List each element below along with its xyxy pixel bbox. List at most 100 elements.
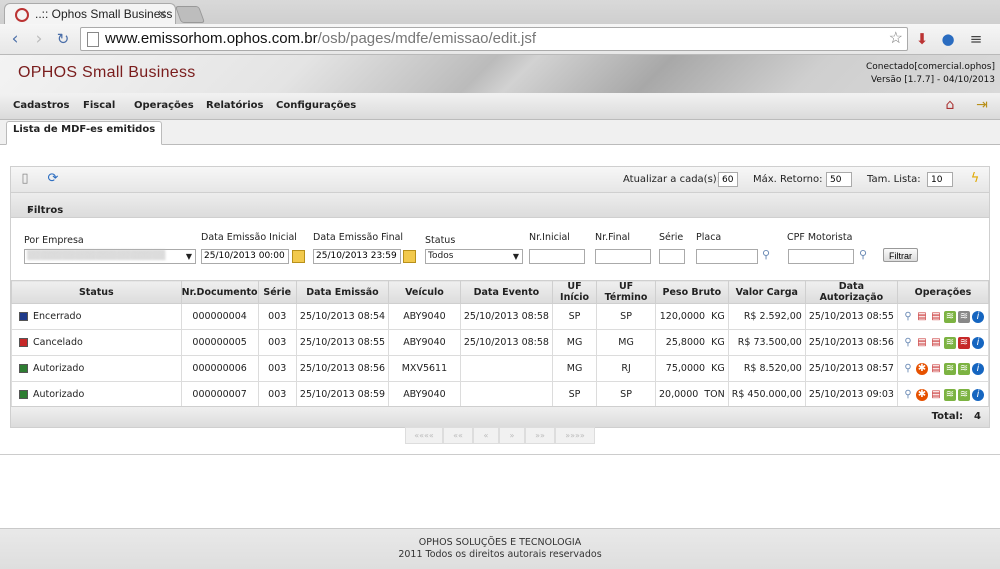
address-bar[interactable]: www.emissorhom.ophos.com.br/osb/pages/md… (80, 27, 908, 51)
col-valor-carga[interactable]: Valor Carga (727, 280, 806, 304)
pdf-icon[interactable]: ▤ (916, 311, 928, 323)
placa-input[interactable] (696, 249, 758, 264)
table-row[interactable]: Autorizado 000000007 003 25/10/2013 08:59 AB… (11, 381, 989, 408)
page-next-button[interactable]: » (499, 427, 525, 444)
new-tab-button[interactable] (174, 6, 206, 23)
search-icon[interactable]: ⚲ (762, 248, 770, 261)
data-final-input[interactable] (313, 249, 401, 264)
xml-feed-icon[interactable]: ≋ (944, 362, 956, 375)
main-menu: Cadastros Fiscal Operações Relatórios Co… (0, 93, 1000, 120)
menu-fiscal[interactable]: Fiscal (83, 100, 115, 111)
peso-unit: TON (704, 389, 725, 400)
serie-label: Série (659, 232, 684, 243)
filters-header[interactable]: » Filtros (11, 193, 989, 218)
pdf-icon[interactable]: ▤ (930, 311, 942, 323)
info-icon[interactable]: i (972, 388, 984, 401)
pdf-icon[interactable]: ▤ (930, 337, 942, 349)
nr-final-label: Nr.Final (595, 232, 631, 243)
rss-icon[interactable]: ≋ (958, 336, 970, 349)
col-status[interactable]: Status (11, 280, 182, 304)
page-fast-forward-button[interactable]: »» (525, 427, 555, 444)
search-icon[interactable]: ⚲ (859, 248, 867, 261)
rss-icon[interactable]: ≋ (958, 310, 970, 323)
rss-icon[interactable]: ≋ (958, 362, 970, 375)
nr-inicial-input[interactable] (529, 249, 585, 264)
close-tab-icon[interactable]: × (157, 4, 167, 24)
page-first-button[interactable]: «««« (405, 427, 443, 444)
serie-input[interactable] (659, 249, 685, 264)
table-row[interactable]: Cancelado 000000005 003 25/10/2013 08:55 ABY… (11, 329, 989, 356)
back-icon[interactable]: ‹ (4, 28, 26, 50)
calendar-icon[interactable] (403, 250, 416, 263)
empresa-select[interactable]: ▒▒▒▒▒▒▒▒▒▒▒▒▒▒▒▒▒▒▒▒ ▼ (24, 249, 196, 264)
new-document-icon[interactable]: ▯ (17, 171, 33, 187)
menu-icon[interactable]: ≡ (966, 29, 986, 49)
info-icon[interactable]: i (972, 362, 984, 375)
table-row[interactable]: Encerrado 000000004 003 25/10/2013 08:54 ABY… (11, 303, 989, 330)
info-icon[interactable]: i (972, 310, 984, 323)
peso-unit: KG (711, 311, 725, 322)
favicon-icon (15, 8, 29, 22)
view-icon[interactable]: ⚲ (902, 363, 914, 375)
cell-emissao: 25/10/2013 08:54 (295, 303, 390, 330)
forward-icon[interactable]: › (28, 28, 50, 50)
page-fast-back-button[interactable]: «« (443, 427, 473, 444)
logout-icon[interactable]: ⇥ (973, 96, 991, 114)
send-event-icon[interactable]: ✱ (916, 388, 928, 401)
cell-veiculo: MXV5611 (388, 355, 461, 382)
col-data-emissao[interactable]: Data Emissão (295, 280, 390, 304)
browser-tab[interactable]: ..:: Ophos Small Business × (4, 3, 176, 25)
col-uf-termino[interactable]: UF Término (596, 280, 656, 304)
send-event-icon[interactable]: ✱ (916, 362, 928, 375)
status-select[interactable]: Todos ▼ (425, 249, 523, 264)
data-inicial-input[interactable] (201, 249, 289, 264)
pdf-icon[interactable]: ▤ (930, 363, 942, 375)
col-nr-documento[interactable]: Nr.Documento (180, 280, 259, 304)
menu-cadastros[interactable]: Cadastros (13, 100, 69, 111)
col-data-autorizacao[interactable]: Data Autorização (804, 280, 899, 304)
cell-operacoes: ⚲ ▤ ▤ ≋ ≋ i (897, 303, 989, 330)
refresh-icon[interactable]: ⟳ (45, 171, 61, 187)
menu-operacoes[interactable]: Operações (134, 100, 194, 111)
max-return-input[interactable] (826, 172, 852, 187)
xml-feed-icon[interactable]: ≋ (944, 310, 956, 323)
view-icon[interactable]: ⚲ (902, 389, 914, 401)
menu-configuracoes[interactable]: Configurações (276, 100, 356, 111)
nr-final-input[interactable] (595, 249, 651, 264)
col-veiculo[interactable]: Veículo (388, 280, 461, 304)
pdf-icon[interactable]: ▤ (930, 389, 942, 401)
pdf-icon[interactable]: ▤ (916, 337, 928, 349)
empresa-label: Por Empresa (24, 235, 84, 246)
download-icon[interactable]: ⬇ (912, 29, 932, 49)
xml-feed-icon[interactable]: ≋ (944, 388, 956, 401)
cell-valor: R$ 8.520,00 (727, 355, 806, 382)
xml-feed-icon[interactable]: ≋ (944, 336, 956, 349)
cell-uf-fim: RJ (596, 355, 656, 382)
col-peso-bruto[interactable]: Peso Bruto (655, 280, 729, 304)
info-icon[interactable]: i (972, 336, 984, 349)
calendar-icon[interactable] (292, 250, 305, 263)
page-last-button[interactable]: »»»» (555, 427, 595, 444)
lightning-icon[interactable]: ϟ (967, 171, 983, 187)
page-prev-button[interactable]: « (473, 427, 499, 444)
col-serie[interactable]: Série (257, 280, 297, 304)
cell-doc: 000000004 (180, 303, 259, 330)
cell-autorizacao: 25/10/2013 08:57 (804, 355, 899, 382)
view-icon[interactable]: ⚲ (902, 311, 914, 323)
home-icon[interactable]: ⌂ (941, 96, 959, 114)
reload-icon[interactable]: ↻ (52, 28, 74, 50)
rss-icon[interactable]: ≋ (958, 388, 970, 401)
filter-button[interactable]: Filtrar (883, 248, 918, 262)
cell-autorizacao: 25/10/2013 08:56 (804, 329, 899, 356)
bookmark-star-icon[interactable]: ☆ (889, 28, 903, 50)
list-size-input[interactable] (927, 172, 953, 187)
tab-lista-mdfe[interactable]: Lista de MDF-es emitidos (6, 121, 163, 145)
cpf-input[interactable] (788, 249, 854, 264)
table-row[interactable]: Autorizado 000000006 003 25/10/2013 08:56 MX… (11, 355, 989, 382)
globe-icon[interactable]: ● (938, 29, 958, 49)
col-uf-inicio[interactable]: UF Início (551, 280, 598, 304)
col-data-evento[interactable]: Data Evento (459, 280, 553, 304)
menu-relatorios[interactable]: Relatórios (206, 100, 264, 111)
refresh-interval-input[interactable] (718, 172, 738, 187)
view-icon[interactable]: ⚲ (902, 337, 914, 349)
